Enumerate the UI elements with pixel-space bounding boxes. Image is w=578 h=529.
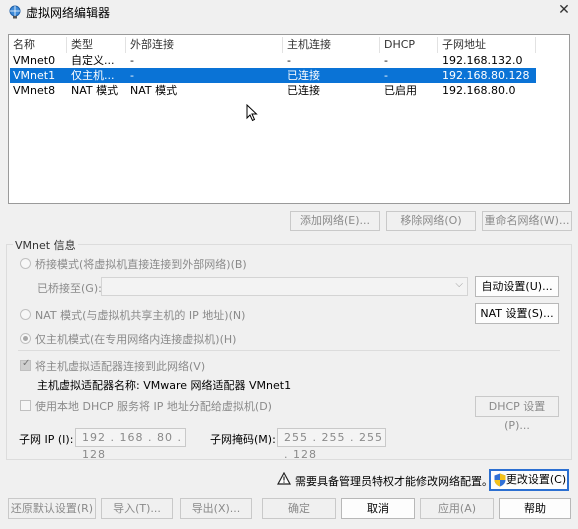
remove-network-button[interactable]: 移除网络(O) (386, 211, 476, 231)
cell-subnet: 192.168.80.0 (442, 84, 516, 97)
subnet-ip-field[interactable]: 192 . 168 . 80 . 128 (75, 428, 186, 461)
add-network-button[interactable]: 添加网络(E)... (290, 211, 380, 231)
cell-dhcp: - (384, 69, 388, 82)
admin-warning-text: 需要具备管理员特权才能修改网络配置。 (295, 475, 493, 488)
bridged-mode-label: 桥接模式(将虚拟机直接连接到外部网络)(B) (35, 258, 247, 271)
bridged-adapter-select[interactable]: ⌵ (101, 277, 468, 296)
restore-defaults-button[interactable]: 还原默认设置(R) (8, 498, 96, 519)
connect-adapter-label: 将主机虚拟适配器连接到此网络(V) (35, 360, 206, 373)
cell-dhcp: 已启用 (384, 84, 417, 97)
cancel-button[interactable]: 取消 (341, 498, 415, 519)
cell-type: 仅主机... (71, 69, 115, 82)
warning-icon (277, 472, 291, 485)
subnet-mask-field[interactable]: 255 . 255 . 255 . 128 (277, 428, 386, 461)
cell-external: NAT 模式 (130, 84, 178, 97)
dhcp-checkbox[interactable] (20, 400, 31, 411)
help-button[interactable]: 帮助 (499, 498, 571, 519)
column-header-dhcp[interactable]: DHCP (380, 37, 438, 53)
cell-host: 已连接 (287, 84, 320, 97)
shield-icon (494, 473, 506, 487)
host-only-mode-radio[interactable] (20, 333, 31, 344)
window-title: 虚拟网络编辑器 (26, 6, 111, 20)
cell-name: VMnet1 (13, 69, 56, 82)
change-settings-button[interactable]: 更改设置(C) (489, 469, 569, 491)
mouse-cursor-icon (246, 104, 258, 122)
import-button[interactable]: 导入(T)... (101, 498, 173, 519)
cell-type: NAT 模式 (71, 84, 119, 97)
cell-external: - (130, 69, 134, 82)
cell-type: 自定义... (71, 54, 115, 67)
table-row-selected[interactable]: VMnet1 仅主机... - 已连接 - 192.168.80.128 (10, 68, 536, 83)
bridged-to-label: 已桥接至(G): (37, 282, 102, 295)
network-list[interactable]: 名称 类型 外部连接 主机连接 DHCP 子网地址 VMnet0 自定义... … (8, 34, 570, 204)
nat-mode-radio[interactable] (20, 309, 31, 320)
vmnet-info-title: VMnet 信息 (13, 237, 78, 253)
column-header-external[interactable]: 外部连接 (126, 37, 283, 53)
nat-mode-label: NAT 模式(与虚拟机共享主机的 IP 地址)(N) (35, 309, 246, 322)
change-settings-label: 更改设置(C) (505, 473, 567, 486)
rename-network-button[interactable]: 重命名网络(W)... (482, 211, 572, 231)
subnet-ip-label: 子网 IP (I): (19, 433, 74, 446)
cell-dhcp: - (384, 54, 388, 67)
cell-name: VMnet8 (13, 84, 56, 97)
cell-subnet: 192.168.80.128 (442, 69, 530, 82)
column-header-host[interactable]: 主机连接 (283, 37, 380, 53)
cell-name: VMnet0 (13, 54, 56, 67)
export-button[interactable]: 导出(X)... (180, 498, 252, 519)
column-header-type[interactable]: 类型 (67, 37, 126, 53)
nat-settings-button[interactable]: NAT 设置(S)... (475, 303, 559, 324)
divider (18, 350, 560, 351)
close-icon[interactable]: ✕ (556, 2, 572, 18)
connect-adapter-checkbox[interactable] (20, 358, 31, 371)
column-header-subnet[interactable]: 子网地址 (438, 37, 536, 53)
chevron-down-icon: ⌵ (455, 279, 463, 290)
bridged-mode-radio[interactable] (20, 258, 31, 269)
cell-host: 已连接 (287, 69, 320, 82)
cell-host: - (287, 54, 291, 67)
table-row[interactable]: VMnet8 NAT 模式 NAT 模式 已连接 已启用 192.168.80.… (10, 83, 536, 98)
cell-external: - (130, 54, 134, 67)
dhcp-settings-button[interactable]: DHCP 设置(P)... (475, 396, 559, 432)
apply-button[interactable]: 应用(A) (420, 498, 494, 519)
adapter-name-text: 主机虚拟适配器名称: VMware 网络适配器 VMnet1 (37, 379, 292, 392)
host-only-mode-label: 仅主机模式(在专用网络内连接虚拟机)(H) (35, 333, 237, 346)
ok-button[interactable]: 确定 (262, 498, 336, 519)
table-row[interactable]: VMnet0 自定义... - - - 192.168.132.0 (10, 53, 536, 68)
auto-settings-button[interactable]: 自动设置(U)... (475, 276, 559, 297)
network-globe-icon (9, 5, 21, 19)
column-header-name[interactable]: 名称 (9, 37, 67, 53)
dhcp-label: 使用本地 DHCP 服务将 IP 地址分配给虚拟机(D) (35, 400, 272, 413)
subnet-mask-label: 子网掩码(M): (210, 433, 276, 446)
cell-subnet: 192.168.132.0 (442, 54, 523, 67)
